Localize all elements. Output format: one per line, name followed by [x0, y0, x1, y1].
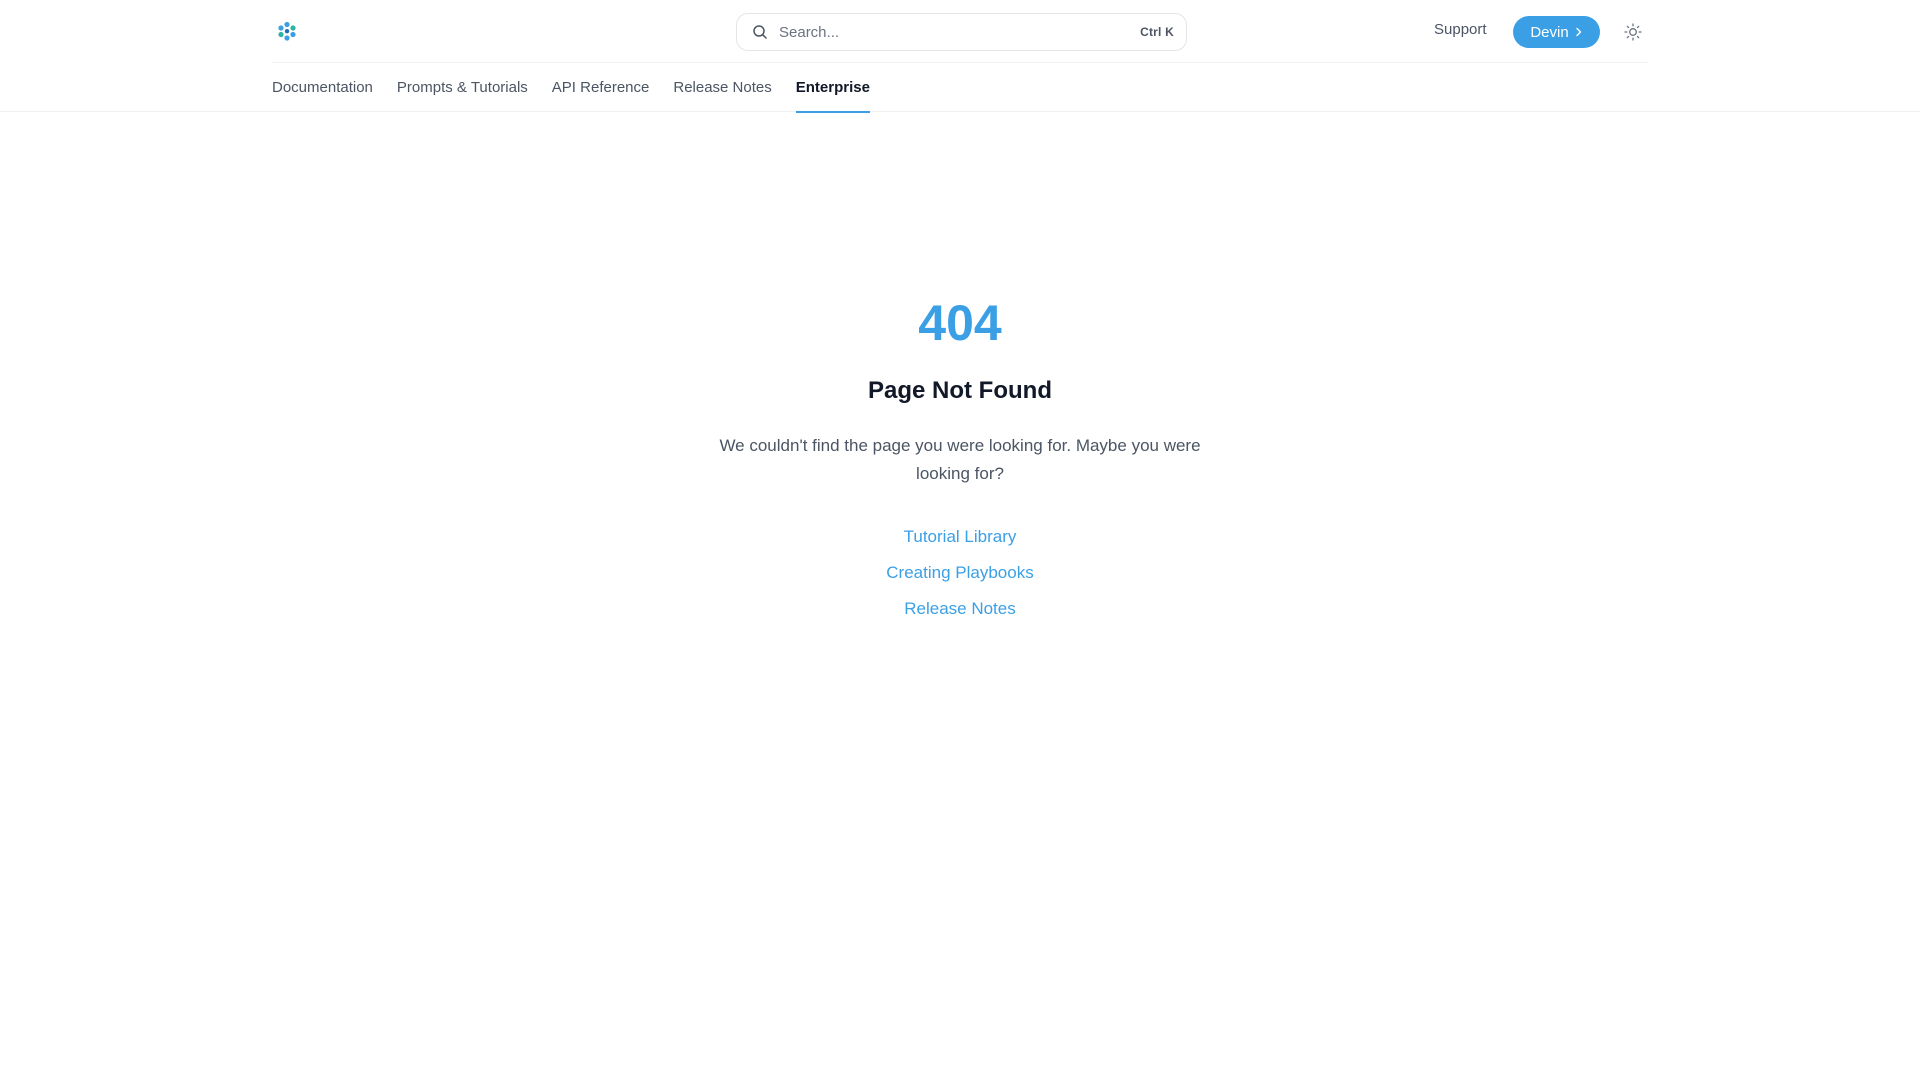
page: Search... Ctrl K Support Devin Documenta… [0, 0, 1920, 1080]
link-tutorial-library[interactable]: Tutorial Library [904, 519, 1017, 555]
search-shortcut: Ctrl K [1140, 25, 1174, 39]
support-link[interactable]: Support [1434, 21, 1487, 38]
nav-tabs: Documentation Prompts & Tutorials API Re… [272, 63, 894, 113]
tab-enterprise[interactable]: Enterprise [795, 63, 871, 113]
link-creating-playbooks[interactable]: Creating Playbooks [886, 555, 1033, 591]
link-release-notes[interactable]: Release Notes [904, 591, 1016, 627]
top-bar: Search... Ctrl K Support Devin [272, 0, 1648, 63]
search-icon [751, 23, 769, 41]
tab-release-notes[interactable]: Release Notes [673, 63, 771, 112]
search-placeholder: Search... [779, 23, 840, 41]
tab-prompts-tutorials[interactable]: Prompts & Tutorials [397, 63, 528, 112]
devin-button-label: Devin [1530, 23, 1569, 41]
chevron-right-icon [1575, 26, 1583, 39]
error-description: We couldn't find the page you were looki… [719, 436, 1201, 483]
page-title: Page Not Found [868, 377, 1052, 404]
devin-logo-icon[interactable] [276, 20, 298, 42]
sun-icon[interactable] [1622, 21, 1644, 43]
search-input[interactable]: Search... Ctrl K [736, 13, 1187, 51]
tab-documentation[interactable]: Documentation [272, 63, 373, 112]
tab-api-reference[interactable]: API Reference [552, 63, 650, 112]
site-header: Search... Ctrl K Support Devin Documenta… [0, 0, 1920, 113]
suggested-links: Tutorial Library Creating Playbooks Rele… [0, 519, 1920, 627]
devin-button[interactable]: Devin [1513, 16, 1600, 48]
error-code: 404 [918, 295, 1002, 351]
